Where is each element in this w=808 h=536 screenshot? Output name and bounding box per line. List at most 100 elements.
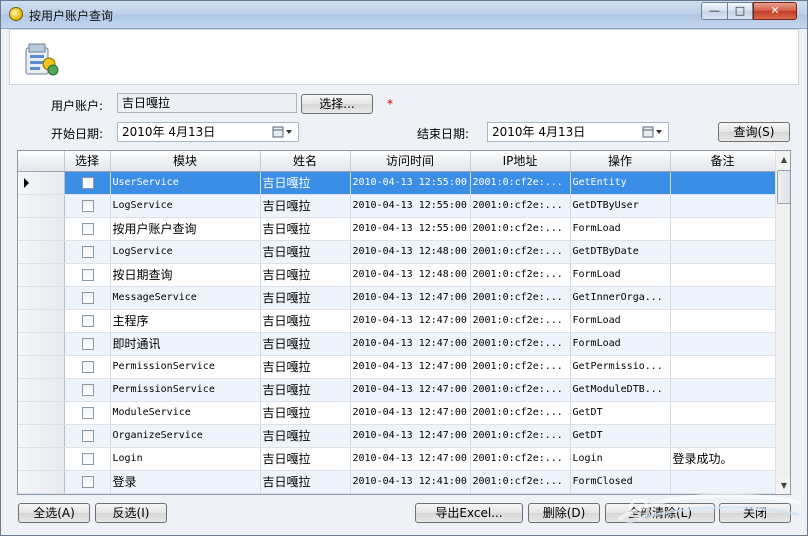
log-table: 选择 模块 姓名 访问时间 IP地址 操作 备注 UserService 吉日嘎拉… (18, 151, 776, 494)
ip-cell: 2001:0:cf2e:... (470, 240, 571, 264)
maximize-button[interactable]: □ (727, 2, 753, 20)
table-row[interactable]: 按用户账户查询 吉日嘎拉 2010-04-13 12:55:00 2001:0:cf2… (18, 217, 776, 241)
select-cell (64, 470, 111, 494)
scroll-up-icon[interactable]: ▲ (776, 151, 790, 168)
ip-cell: 2001:0:cf2e:... (470, 171, 571, 195)
table-row[interactable]: ModuleService 吉日嘎拉 2010-04-13 12:47:00 2001… (18, 401, 776, 425)
table-row[interactable]: UserService 吉日嘎拉 2010-04-13 12:55:00 2001:0… (18, 171, 776, 195)
query-button[interactable]: 查询(S) (718, 122, 790, 142)
select-cell (64, 401, 111, 425)
select-all-button[interactable]: 全选(A) (18, 503, 90, 523)
app-title-icon (9, 7, 23, 21)
note-cell (670, 171, 776, 195)
row-checkbox[interactable] (82, 291, 94, 304)
close-window-button[interactable]: ✕ (753, 2, 797, 20)
column-header-note[interactable]: 备注 (670, 151, 776, 172)
delete-button[interactable]: 删除(D) (528, 503, 600, 523)
row-header[interactable] (18, 240, 65, 264)
select-cell (64, 171, 111, 195)
module-cell: OrganizeService (110, 424, 261, 448)
row-checkbox[interactable] (82, 222, 94, 235)
row-header[interactable] (18, 171, 65, 195)
row-checkbox[interactable] (82, 337, 94, 350)
table-row[interactable]: PermissionService 吉日嘎拉 2010-04-13 12:47:00… (18, 355, 776, 379)
export-excel-button[interactable]: 导出Excel... (415, 503, 523, 523)
operation-cell: FormLoad (570, 309, 671, 333)
table-row[interactable]: OrganizeService 吉日嘎拉 2010-04-13 12:47:00 20… (18, 424, 776, 448)
row-header[interactable] (18, 332, 65, 356)
table-row[interactable]: Login 吉日嘎拉 2010-04-13 12:47:00 2001:0:cf2e:… (18, 447, 776, 471)
end-date-picker[interactable]: 2010年 4月13日 (487, 122, 669, 142)
grid-header-row: 选择 模块 姓名 访问时间 IP地址 操作 备注 (18, 151, 776, 172)
column-header-name[interactable]: 姓名 (260, 151, 351, 172)
table-row[interactable]: 即时通讯 吉日嘎拉 2010-04-13 12:47:00 2001:0:cf2e:.… (18, 332, 776, 356)
row-checkbox[interactable] (82, 314, 94, 327)
row-header[interactable] (18, 217, 65, 241)
user-account-field[interactable]: 吉日嘎拉 (117, 93, 297, 113)
ip-cell: 2001:0:cf2e:... (470, 332, 571, 356)
start-date-picker[interactable]: 2010年 4月13日 (117, 122, 299, 142)
name-cell: 吉日嘎拉 (260, 470, 351, 494)
row-checkbox[interactable] (82, 245, 94, 258)
table-row[interactable]: LogService 吉日嘎拉 2010-04-13 12:48:00 2001:0:… (18, 240, 776, 264)
table-row[interactable]: LogService 吉日嘎拉 2010-04-13 12:55:00 2001:0:… (18, 194, 776, 218)
table-row[interactable]: 主程序 吉日嘎拉 2010-04-13 12:47:00 2001:0:cf2e:..… (18, 309, 776, 333)
row-header[interactable] (18, 378, 65, 402)
row-checkbox[interactable] (82, 452, 94, 465)
log-grid[interactable]: 选择 模块 姓名 访问时间 IP地址 操作 备注 UserService 吉日嘎拉… (17, 150, 791, 495)
row-checkbox[interactable] (82, 383, 94, 396)
row-checkbox[interactable] (82, 268, 94, 281)
name-cell: 吉日嘎拉 (260, 171, 351, 195)
ip-cell: 2001:0:cf2e:... (470, 286, 571, 310)
column-header-module[interactable]: 模块 (110, 151, 261, 172)
row-header[interactable] (18, 309, 65, 333)
calendar-dropdown-icon[interactable] (272, 126, 294, 138)
invert-selection-button[interactable]: 反选(I) (95, 503, 167, 523)
name-cell: 吉日嘎拉 (260, 217, 351, 241)
ip-cell: 2001:0:cf2e:... (470, 355, 571, 379)
note-cell (670, 217, 776, 241)
note-cell (670, 263, 776, 287)
column-header-operation[interactable]: 操作 (570, 151, 671, 172)
row-header[interactable] (18, 401, 65, 425)
time-cell: 2010-04-13 12:48:00 (350, 240, 471, 264)
note-cell (670, 332, 776, 356)
row-checkbox[interactable] (82, 176, 94, 189)
row-header[interactable] (18, 286, 65, 310)
row-header[interactable] (18, 470, 65, 494)
name-cell: 吉日嘎拉 (260, 263, 351, 287)
table-row[interactable]: 按日期查询 吉日嘎拉 2010-04-13 12:48:00 2001:0:cf2e:… (18, 263, 776, 287)
row-header[interactable] (18, 194, 65, 218)
select-user-button[interactable]: 选择... (301, 94, 373, 114)
module-cell: MessageService (110, 286, 261, 310)
operation-cell: FormLoad (570, 217, 671, 241)
table-row[interactable]: PermissionService 吉日嘎拉 2010-04-13 12:47:00… (18, 378, 776, 402)
ip-cell: 2001:0:cf2e:... (470, 378, 571, 402)
minimize-button[interactable]: — (701, 2, 727, 20)
column-header-select[interactable]: 选择 (64, 151, 111, 172)
column-header-time[interactable]: 访问时间 (350, 151, 471, 172)
row-checkbox[interactable] (82, 360, 94, 373)
row-header[interactable] (18, 263, 65, 287)
column-header-ip[interactable]: IP地址 (470, 151, 571, 172)
scroll-thumb[interactable] (777, 170, 790, 204)
row-checkbox[interactable] (82, 475, 94, 488)
window-title: 按用户账户查询 (29, 9, 114, 23)
table-row[interactable]: MessageService 吉日嘎拉 2010-04-13 12:47:00 200… (18, 286, 776, 310)
note-cell (670, 240, 776, 264)
title-bar[interactable]: 按用户账户查询 — □ ✕ (1, 1, 807, 29)
row-checkbox[interactable] (82, 406, 94, 419)
vertical-scrollbar[interactable]: ▲ ▼ (775, 151, 790, 494)
ip-cell: 2001:0:cf2e:... (470, 263, 571, 287)
calendar-dropdown-icon[interactable] (642, 126, 664, 138)
name-cell: 吉日嘎拉 (260, 332, 351, 356)
required-marker: * (387, 97, 393, 111)
row-header[interactable] (18, 447, 65, 471)
row-header[interactable] (18, 355, 65, 379)
ip-cell: 2001:0:cf2e:... (470, 217, 571, 241)
name-cell: 吉日嘎拉 (260, 240, 351, 264)
row-header[interactable] (18, 424, 65, 448)
name-cell: 吉日嘎拉 (260, 447, 351, 471)
row-checkbox[interactable] (82, 429, 94, 442)
row-checkbox[interactable] (82, 199, 94, 212)
